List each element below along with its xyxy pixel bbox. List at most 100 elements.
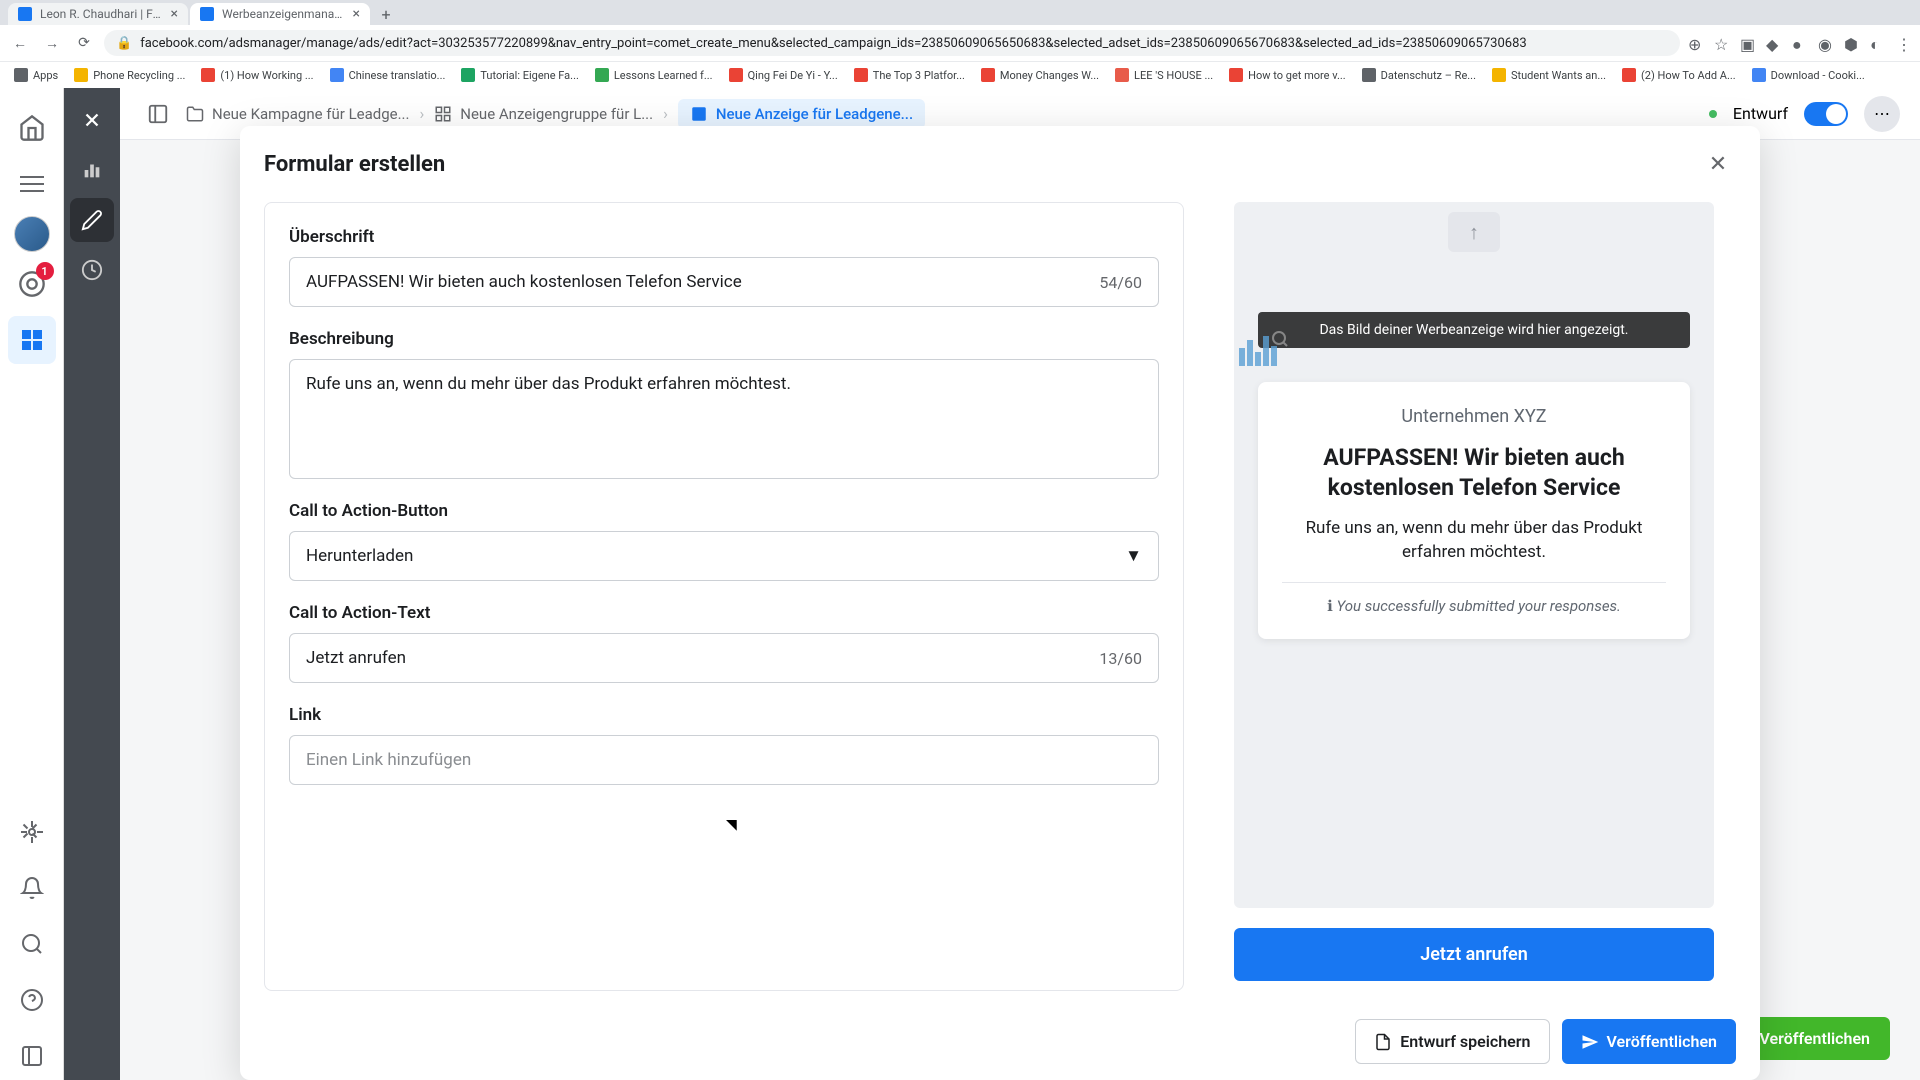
- bookmark-item[interactable]: How to get more v...: [1223, 66, 1352, 84]
- preview-banner: Das Bild deiner Werbeanzeige wird hier a…: [1258, 312, 1690, 348]
- browser-tab[interactable]: Werbeanzeigenmanager - We... ×: [190, 3, 370, 25]
- bell-icon[interactable]: 1: [8, 260, 56, 308]
- bookmark-item[interactable]: Qing Fei De Yi - Y...: [723, 66, 844, 84]
- bookmark-icon: [729, 68, 743, 82]
- close-icon[interactable]: [70, 98, 114, 142]
- preview-description: Rufe uns an, wenn du mehr über das Produ…: [1282, 517, 1666, 565]
- link-input[interactable]: Einen Link hinzufügen: [289, 735, 1159, 785]
- search-icon[interactable]: [8, 920, 56, 968]
- bookmark-icon: [1492, 68, 1506, 82]
- modal-header: Formular erstellen ✕: [240, 126, 1760, 202]
- notification-badge: 1: [36, 262, 54, 280]
- modal-title: Formular erstellen: [264, 152, 445, 177]
- bookmark-icon: [74, 68, 88, 82]
- bookmark-item[interactable]: Download - Cooki...: [1746, 66, 1871, 84]
- preview-card: Unternehmen XYZ AUFPASSEN! Wir bieten au…: [1258, 382, 1690, 639]
- extension-icon[interactable]: ⋮: [1896, 35, 1912, 51]
- facebook-icon: [200, 7, 214, 21]
- cta-text-input[interactable]: Jetzt anrufen 13/60: [289, 633, 1159, 683]
- bookmark-item[interactable]: Student Wants an...: [1486, 66, 1612, 84]
- browser-tab[interactable]: Leon R. Chaudhari | Facebook ×: [8, 3, 188, 25]
- bookmark-item[interactable]: Phone Recycling ...: [68, 66, 191, 84]
- modal-footer: Entwurf speichern Veröffentlichen: [240, 1003, 1760, 1080]
- extension-icon[interactable]: ◉: [1818, 35, 1834, 51]
- history-icon[interactable]: [70, 248, 114, 292]
- bookmark-item[interactable]: The Top 3 Platfor...: [848, 66, 971, 84]
- bookmark-item[interactable]: LEE 'S HOUSE ...: [1109, 66, 1219, 84]
- settings-icon[interactable]: [8, 808, 56, 856]
- description-textarea[interactable]: Rufe uns an, wenn du mehr über das Produ…: [289, 359, 1159, 479]
- chart-icon[interactable]: [70, 148, 114, 192]
- send-icon: [1581, 1033, 1599, 1051]
- app-container: 1 Neue Kampagne für Leadge... › Neue Anz…: [0, 88, 1920, 1080]
- avatar[interactable]: [14, 216, 50, 252]
- preview-cta-button[interactable]: Jetzt anrufen: [1234, 928, 1714, 981]
- bookmark-item[interactable]: Money Changes W...: [975, 66, 1105, 84]
- bookmark-icon: [1115, 68, 1129, 82]
- extension-icon[interactable]: ◆: [1766, 35, 1782, 51]
- bookmark-icon: [201, 68, 215, 82]
- browser-chrome: Leon R. Chaudhari | Facebook × Werbeanze…: [0, 0, 1920, 88]
- modal-body: Überschrift AUFPASSEN! Wir bieten auch k…: [240, 202, 1760, 1003]
- reload-button[interactable]: ⟳: [72, 31, 96, 55]
- new-tab-button[interactable]: +: [372, 3, 400, 25]
- grid-icon[interactable]: [8, 316, 56, 364]
- publish-button[interactable]: Veröffentlichen: [1562, 1019, 1737, 1064]
- close-icon[interactable]: ×: [171, 6, 178, 22]
- bookmark-icon: [981, 68, 995, 82]
- facebook-icon: [18, 7, 32, 21]
- forward-button[interactable]: →: [40, 31, 64, 55]
- headline-label: Überschrift: [289, 227, 1159, 247]
- bookmark-item[interactable]: Tutorial: Eigene Fa...: [455, 66, 585, 84]
- zoom-icon[interactable]: ⊕: [1688, 35, 1704, 51]
- link-label: Link: [289, 705, 1159, 725]
- home-icon[interactable]: [8, 104, 56, 152]
- secondary-nav: [64, 88, 120, 1080]
- modal-overlay: Formular erstellen ✕ Überschrift AUFPASS…: [120, 88, 1920, 1080]
- back-button[interactable]: ←: [8, 31, 32, 55]
- extension-icon[interactable]: ▣: [1740, 35, 1756, 51]
- bookmark-apps[interactable]: Apps: [8, 66, 64, 84]
- description-label: Beschreibung: [289, 329, 1159, 349]
- bookmark-item[interactable]: Lessons Learned f...: [589, 66, 719, 84]
- collapse-icon[interactable]: [8, 1032, 56, 1080]
- bookmark-item[interactable]: Datenschutz – Re...: [1356, 66, 1482, 84]
- apps-icon: [14, 68, 28, 82]
- preview-headline: AUFPASSEN! Wir bieten auch kostenlosen T…: [1282, 443, 1666, 503]
- help-icon[interactable]: [8, 976, 56, 1024]
- bookmark-icon: [1622, 68, 1636, 82]
- lock-icon: 🔒: [116, 36, 132, 51]
- extension-icon[interactable]: ●: [1792, 35, 1808, 51]
- close-icon[interactable]: ✕: [1700, 146, 1736, 182]
- preview-company: Unternehmen XYZ: [1282, 406, 1666, 427]
- star-icon[interactable]: ☆: [1714, 35, 1730, 51]
- headline-counter: 54/60: [1099, 273, 1142, 292]
- menu-icon[interactable]: [8, 160, 56, 208]
- url-input[interactable]: 🔒 facebook.com/adsmanager/manage/ads/edi…: [104, 30, 1680, 56]
- bookmark-item[interactable]: Chinese translatio...: [324, 66, 452, 84]
- bookmarks-bar: Apps Phone Recycling ... (1) How Working…: [0, 61, 1920, 88]
- cta-button-select[interactable]: Herunterladen ▼: [289, 531, 1159, 581]
- divider: [1282, 582, 1666, 583]
- save-draft-button[interactable]: Entwurf speichern: [1355, 1019, 1549, 1064]
- extension-icon[interactable]: ◐: [1870, 35, 1886, 51]
- bookmark-icon: [461, 68, 475, 82]
- bookmark-item[interactable]: (2) How To Add A...: [1616, 66, 1742, 84]
- close-icon[interactable]: ×: [353, 6, 360, 22]
- headline-input[interactable]: AUFPASSEN! Wir bieten auch kostenlosen T…: [289, 257, 1159, 307]
- preview-panel: Das Bild deiner Werbeanzeige wird hier a…: [1234, 202, 1714, 991]
- cta-text-counter: 13/60: [1099, 649, 1142, 668]
- bookmark-icon: [1229, 68, 1243, 82]
- extension-icons: ⊕ ☆ ▣ ◆ ● ◉ ⬢ ◐ ⋮: [1688, 35, 1912, 51]
- bookmark-item[interactable]: (1) How Working ...: [195, 66, 319, 84]
- bookmark-icon: [1362, 68, 1376, 82]
- form-modal: Formular erstellen ✕ Überschrift AUFPASS…: [240, 126, 1760, 1080]
- image-placeholder-icon: [1448, 212, 1500, 252]
- cta-text-label: Call to Action-Text: [289, 603, 1159, 623]
- extension-icon[interactable]: ⬢: [1844, 35, 1860, 51]
- notification-icon[interactable]: [8, 864, 56, 912]
- bookmark-icon: [1752, 68, 1766, 82]
- edit-icon[interactable]: [70, 198, 114, 242]
- bookmark-icon: [595, 68, 609, 82]
- chart-icon: [1234, 328, 1290, 368]
